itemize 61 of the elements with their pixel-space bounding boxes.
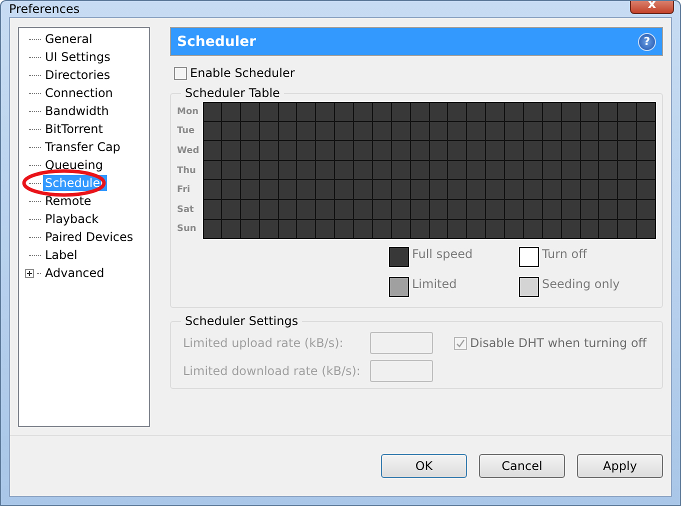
tree-item[interactable]: Directories [43,67,112,83]
tree-item[interactable]: Label [43,247,80,263]
dialog-button[interactable]: Cancel [479,454,565,478]
day-label: Sat [177,204,195,215]
day-label: Thu [177,166,197,176]
schedule-slot[interactable] [278,220,298,240]
tree-item[interactable]: UI Settings [43,49,112,65]
tree-item[interactable]: General [43,31,94,47]
legend-label: Turn off [542,247,587,262]
group-title: Scheduler Settings [184,314,300,328]
day-label: Tue [177,126,196,136]
schedule-slot[interactable] [486,220,505,240]
schedule-slot[interactable] [410,220,430,240]
section-title: Scheduler [177,34,256,50]
window-title: Preferences [9,2,80,16]
checkbox-label: Disable DHT when turning off [470,336,647,350]
schedule-slot[interactable] [297,220,316,240]
schedule-slot[interactable] [618,220,638,240]
tree-item[interactable]: BitTorrent [43,121,105,137]
schedule-slot[interactable] [203,220,222,240]
schedule-slot[interactable] [392,220,411,240]
schedule-slot[interactable] [599,220,618,240]
schedule-slot[interactable] [222,220,241,240]
day-label: Mon [177,106,200,117]
dialog-button[interactable]: OK [381,454,467,478]
schedule-slot[interactable] [467,220,486,240]
schedule-slot[interactable] [524,220,543,240]
legend-label: Limited [412,277,457,292]
tree-item[interactable]: Connection [43,85,115,101]
day-label: Sun [177,224,198,234]
tree-item[interactable]: Remote [43,193,94,209]
schedule-slot[interactable] [580,220,600,240]
day-label: Fri [177,185,192,196]
day-label: Wed [177,146,200,156]
schedule-slot[interactable] [562,220,580,240]
legend-label: Full speed [412,247,473,262]
tree-item[interactable]: Queueing [43,157,105,173]
schedule-slot[interactable] [430,220,448,240]
schedule-slot[interactable] [505,220,524,240]
schedule-slot[interactable] [316,220,336,240]
dialog-button[interactable]: Apply [577,454,663,478]
tree-item[interactable]: Advanced [43,265,106,281]
tree-item[interactable]: Paired Devices [43,229,136,245]
field-label: Limited download rate (kB/s): [183,364,362,378]
tree-item[interactable]: Transfer Cap [43,139,122,155]
field-label: Limited upload rate (kB/s): [183,336,344,350]
schedule-slot[interactable] [448,220,468,240]
legend-label: Seeding only [542,277,620,292]
tree-item[interactable]: Playback [43,211,101,227]
expand-icon[interactable] [25,268,34,278]
tree-item[interactable]: Bandwidth [43,103,111,119]
schedule-slot[interactable] [335,220,354,240]
checkbox-label: Enable Scheduler [190,66,295,80]
schedule-slot[interactable] [354,220,373,240]
schedule-slot[interactable] [372,220,392,240]
group-title: Scheduler Table [184,86,281,100]
schedule-slot[interactable] [637,220,656,240]
checkbox[interactable] [174,66,187,80]
schedule-slot[interactable] [240,220,260,240]
schedule-slot[interactable] [260,220,278,240]
schedule-slot[interactable] [542,220,562,240]
